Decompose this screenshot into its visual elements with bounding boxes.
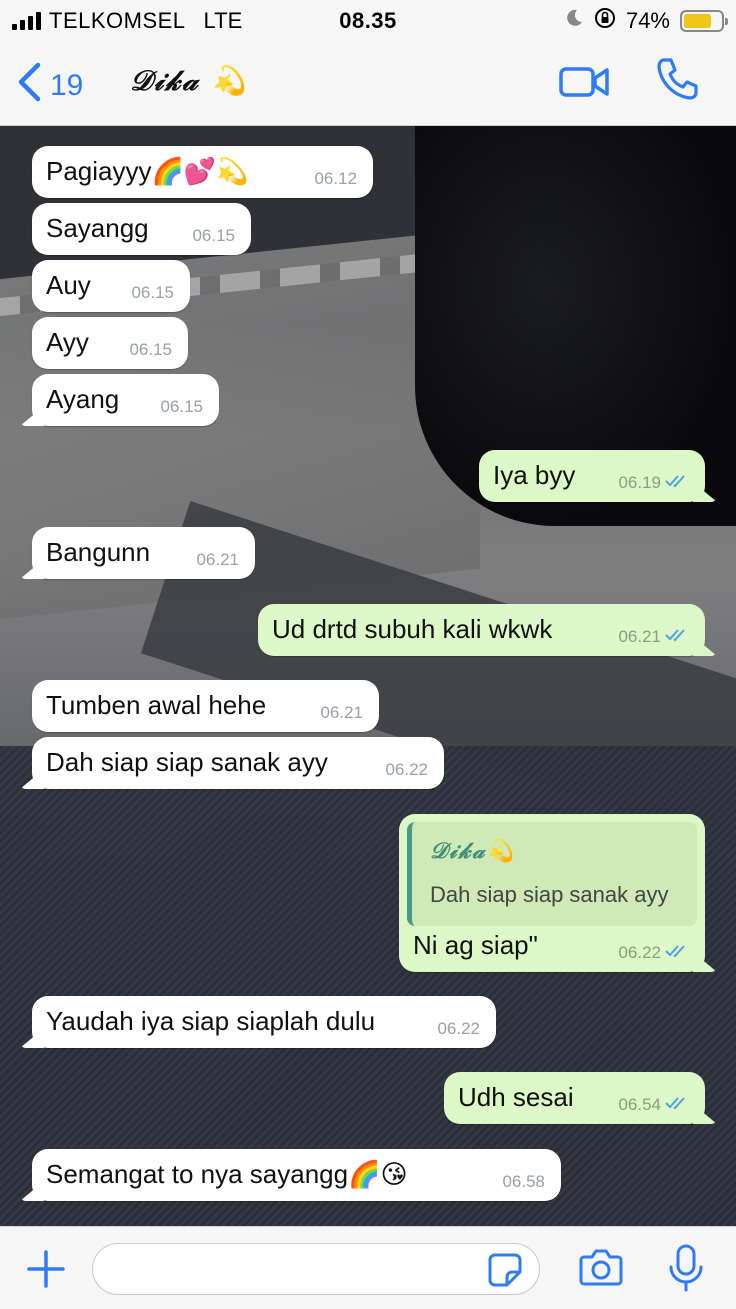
message-time: 06.15 (131, 283, 174, 302)
message-incoming[interactable]: Auy 06.15 (32, 260, 190, 312)
message-text: Auy (46, 270, 91, 300)
message-text: Semangat to nya sayangg🌈😘 (46, 1159, 408, 1189)
message-time: 06.15 (192, 226, 235, 245)
message-time: 06.21 (196, 550, 239, 569)
message-outgoing[interactable]: Ud drtd subuh kali wkwk 06.21 (258, 604, 705, 656)
read-ticks-icon (665, 473, 689, 493)
quoted-author: 𝒟𝒾𝓀𝒶💫 (430, 838, 516, 864)
message-time: 06.12 (314, 169, 357, 188)
message-incoming[interactable]: Yaudah iya siap siaplah dulu 06.22 (32, 996, 496, 1048)
message-time: 06.21 (320, 703, 363, 722)
quoted-message[interactable]: 𝒟𝒾𝓀𝒶💫 Dah siap siap sanak ayy (407, 822, 697, 926)
message-text: Bangunn (46, 537, 151, 567)
message-incoming[interactable]: Pagiayyy🌈💕💫 06.12 (32, 146, 373, 198)
message-incoming[interactable]: Dah siap siap sanak ayy 06.22 (32, 737, 444, 789)
read-ticks-icon (665, 1095, 689, 1115)
battery-percent: 74% (625, 8, 670, 33)
chat-header: 19 𝒟𝒾𝓀𝒶 💫 (0, 40, 736, 126)
message-time: 06.22 (618, 943, 661, 962)
message-incoming[interactable]: Sayangg 06.15 (32, 203, 251, 255)
message-text: Iya byy (493, 460, 576, 490)
message-time: 06.22 (385, 760, 428, 779)
message-text: Ni ag siap" (413, 930, 538, 960)
read-ticks-icon (665, 627, 689, 647)
message-text: Dah siap siap sanak ayy (46, 747, 328, 777)
rotation-lock-icon (594, 7, 616, 35)
message-incoming[interactable]: Semangat to nya sayangg🌈😘 06.58 (32, 1149, 561, 1201)
message-incoming[interactable]: Tumben awal hehe 06.21 (32, 680, 379, 732)
message-text: Yaudah iya siap siaplah dulu (46, 1006, 376, 1036)
message-input[interactable] (92, 1243, 540, 1295)
message-incoming[interactable]: Bangunn 06.21 (32, 527, 255, 579)
message-time: 06.54 (618, 1095, 661, 1114)
message-time: 06.15 (129, 340, 172, 359)
moon-icon (564, 8, 584, 34)
camera-icon[interactable] (578, 1247, 624, 1292)
message-outgoing[interactable]: Udh sesai 06.54 (444, 1072, 705, 1124)
chat-area[interactable]: Pagiayyy🌈💕💫 06.12 Sayangg 06.15 Auy 06.1… (0, 126, 736, 1226)
contact-name-text: 𝒟𝒾𝓀𝒶 (130, 64, 200, 97)
video-call-icon[interactable] (558, 64, 610, 105)
quoted-text: Dah siap siap sanak ayy (430, 882, 669, 907)
unread-count: 19 (50, 69, 84, 102)
contact-name[interactable]: 𝒟𝒾𝓀𝒶 💫 (130, 64, 248, 98)
input-bar (0, 1226, 736, 1309)
voice-call-icon[interactable] (654, 56, 700, 107)
message-time: 06.22 (437, 1019, 480, 1038)
message-text: Ud drtd subuh kali wkwk (272, 614, 553, 644)
back-chevron-icon (16, 62, 42, 110)
message-text: Pagiayyy🌈💕💫 (46, 156, 249, 186)
battery-icon (680, 10, 728, 32)
message-text: Sayangg (46, 213, 149, 243)
microphone-icon[interactable] (666, 1243, 706, 1298)
message-outgoing-reply[interactable]: 𝒟𝒾𝓀𝒶💫 Dah siap siap sanak ayy Ni ag siap… (399, 814, 705, 972)
back-button[interactable]: 19 (16, 62, 83, 110)
message-text: Ayang (46, 384, 120, 414)
message-incoming[interactable]: Ayang 06.15 (32, 374, 219, 426)
message-time: 06.21 (618, 627, 661, 646)
sparkle-emoji-icon: 💫 (211, 64, 249, 97)
message-text: Tumben awal hehe (46, 690, 267, 720)
message-text: Ayy (46, 327, 89, 357)
message-text: Udh sesai (458, 1082, 574, 1112)
plus-icon[interactable] (26, 1249, 66, 1294)
message-time: 06.19 (618, 473, 661, 492)
read-ticks-icon (665, 943, 689, 963)
message-time: 06.58 (502, 1172, 545, 1191)
message-incoming[interactable]: Ayy 06.15 (32, 317, 188, 369)
status-bar: TELKOMSEL LTE 08.35 74% (0, 0, 736, 40)
message-time: 06.15 (160, 397, 203, 416)
message-outgoing[interactable]: Iya byy 06.19 (479, 450, 705, 502)
sticker-icon[interactable] (487, 1252, 523, 1293)
